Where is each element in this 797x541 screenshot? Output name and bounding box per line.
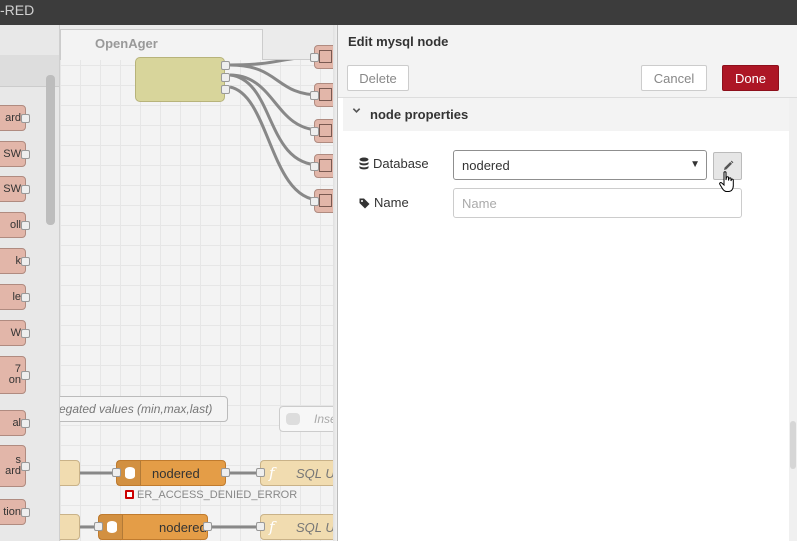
comment-node[interactable]: egated values (min,max,last) xyxy=(60,396,228,422)
caret-down-icon: ▼ xyxy=(690,159,700,170)
tab-label: OpenAger xyxy=(95,36,158,51)
flow-workspace[interactable]: OpenAger egated values (min,max,last) In… xyxy=(60,25,333,541)
palette-node[interactable]: oll xyxy=(0,212,30,238)
mysql-node-label: nodered xyxy=(159,520,207,535)
function-icon: f xyxy=(269,464,275,482)
error-status-icon xyxy=(125,490,134,499)
done-button[interactable]: Done xyxy=(722,65,779,91)
chevron-down-icon xyxy=(352,108,361,113)
tray-header: Edit mysql node xyxy=(338,25,797,58)
sql-function-node[interactable]: f SQL U xyxy=(256,460,333,486)
database-icon xyxy=(107,521,117,533)
chart-node[interactable] xyxy=(310,119,333,143)
chart-icon xyxy=(319,88,332,101)
tray-scrollbar-track[interactable] xyxy=(789,98,797,541)
chart-icon xyxy=(319,50,332,63)
tag-icon xyxy=(359,198,370,209)
chart-icon xyxy=(319,124,332,137)
tray-scrollbar-thumb[interactable] xyxy=(790,421,796,469)
mysql-node[interactable]: nodered xyxy=(94,514,212,540)
database-select-value: nodered xyxy=(462,158,510,173)
edit-tray: Edit mysql node Delete Cancel Done node … xyxy=(337,25,797,541)
name-label: Name xyxy=(359,195,409,210)
sql-node-label: SQL U xyxy=(296,466,333,481)
error-text: ER_ACCESS_DENIED_ERROR xyxy=(137,489,298,501)
palette-node[interactable]: s ard xyxy=(0,445,30,487)
function-icon: f xyxy=(269,518,275,536)
palette-node-label: s ard xyxy=(5,454,21,477)
name-label-text: Name xyxy=(374,195,409,210)
function-node[interactable] xyxy=(135,57,230,102)
database-label: Database xyxy=(359,156,429,171)
palette-node[interactable]: SW xyxy=(0,176,30,202)
workspace-tabbar: OpenAger xyxy=(60,25,333,60)
app-header: -RED xyxy=(0,0,797,25)
palette-node-label: ard xyxy=(5,111,21,124)
palette-node[interactable]: 7 on xyxy=(0,356,30,394)
palette-node[interactable]: SW xyxy=(0,141,30,167)
palette-node-label: oll xyxy=(9,218,21,231)
upstream-node[interactable] xyxy=(60,460,80,486)
app-title: -RED xyxy=(0,2,35,18)
delete-button[interactable]: Delete xyxy=(347,65,409,91)
chart-icon xyxy=(319,194,332,207)
palette-node-label: W xyxy=(10,326,21,339)
database-label-text: Database xyxy=(373,156,429,171)
name-input[interactable] xyxy=(453,188,742,218)
upstream-node[interactable] xyxy=(60,514,80,540)
palette-node-label: al xyxy=(12,416,21,429)
inject-node[interactable]: Inse xyxy=(279,406,333,432)
inject-label: Inse xyxy=(314,412,333,426)
database-select[interactable]: nodered ▼ xyxy=(453,150,707,180)
hand-cursor-icon xyxy=(719,171,734,192)
palette-node-label: 7 on xyxy=(8,363,21,386)
palette-node-label: tion xyxy=(3,505,21,518)
palette-node-label: SW xyxy=(3,182,21,195)
section-label: node properties xyxy=(370,107,469,122)
palette-node-label: SW xyxy=(3,147,21,160)
palette-node[interactable]: W xyxy=(0,320,30,346)
palette-node[interactable]: ard xyxy=(0,105,30,131)
chart-node[interactable] xyxy=(310,45,333,69)
comment-text: egated values (min,max,last) xyxy=(60,402,213,416)
chart-node[interactable] xyxy=(310,83,333,107)
sql-node-label: SQL U xyxy=(296,520,333,535)
palette-scrollbar[interactable] xyxy=(46,75,55,225)
node-palette: ard SW SW oll k le W 7 on al s ard tion xyxy=(0,25,60,541)
palette-node[interactable]: le xyxy=(0,284,30,310)
palette-node[interactable]: tion xyxy=(0,499,30,525)
sql-function-node[interactable]: f SQL U xyxy=(256,514,333,540)
palette-node-label: le xyxy=(12,290,21,303)
chart-node[interactable] xyxy=(310,189,333,213)
tray-title: Edit mysql node xyxy=(348,34,449,49)
chart-node[interactable] xyxy=(310,154,333,178)
database-icon xyxy=(359,157,369,170)
tab-openager[interactable]: OpenAger xyxy=(60,29,263,60)
node-error-status: ER_ACCESS_DENIED_ERROR xyxy=(125,489,297,501)
tray-toolbar: Delete Cancel Done xyxy=(338,58,797,98)
mysql-node[interactable]: nodered xyxy=(112,460,230,486)
cancel-button[interactable]: Cancel xyxy=(641,65,707,91)
palette-node[interactable]: k xyxy=(0,248,30,274)
chart-icon xyxy=(319,159,332,172)
palette-node[interactable]: al xyxy=(0,410,30,436)
database-icon xyxy=(125,467,135,479)
mysql-node-label: nodered xyxy=(152,466,200,481)
node-properties-section-header[interactable]: node properties xyxy=(343,98,789,131)
